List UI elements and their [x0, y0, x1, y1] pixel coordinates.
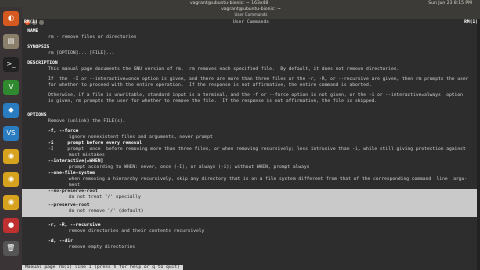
man-text-line: for whether to proceed with the entire o…	[48, 83, 372, 88]
launcher-chrome-icon[interactable]: ◉	[3, 149, 19, 164]
man-text-line: is given, rm prompts the user for whethe…	[48, 99, 378, 104]
launcher-code-icon[interactable]: ◆	[3, 103, 19, 118]
launcher-dock: ◐ ▤ >_ V ◆ VS ◉ ◉ ◉ ● 🗑	[0, 7, 22, 270]
terminal-subtitle: User Commands	[234, 12, 268, 17]
man-text-line: remove directories and their contents re…	[68, 229, 205, 234]
man-text-line: do not remove '/' (default)	[68, 209, 144, 214]
man-text-line: do not treat '/' specially	[68, 195, 141, 200]
launcher-trash-icon[interactable]: 🗑	[3, 241, 19, 256]
launcher-vscode-icon[interactable]: VS	[3, 126, 19, 141]
top-panel: vagrant@ubuntu-bionic: ~ 163x48 Sun Jun …	[0, 0, 480, 7]
system-tray-clock[interactable]: Sun Jun 23 8:15 PM	[428, 0, 472, 7]
launcher-vim-icon[interactable]: V	[3, 80, 19, 95]
launcher-files-icon[interactable]: ▤	[3, 34, 19, 49]
launcher-terminal-icon[interactable]: >_	[3, 57, 19, 72]
launcher-chrome-2-icon[interactable]: ◉	[3, 172, 19, 187]
man-text-line: rm - remove files or directories	[48, 35, 137, 40]
man-text-line: This manual page documents the GNU versi…	[48, 67, 400, 72]
terminal-titlebar[interactable]: vagrant@ubuntu-bionic: ~ User Commands	[22, 7, 480, 25]
man-text-line: Remove (unlink) the FILE(s).	[48, 119, 126, 124]
terminal-window[interactable]: vagrant@ubuntu-bionic: ~ User Commands R…	[22, 7, 480, 270]
launcher-chrome-3-icon[interactable]: ◉	[3, 195, 19, 210]
man-page-content[interactable]: RM(1) User Commands RM(1) Manual page rm…	[22, 19, 480, 270]
man-text-line: prompt according to WHEN: never, once (-…	[68, 165, 310, 170]
man-text-line: remove empty directories	[68, 245, 136, 250]
man-text-line: rm [OPTION]... [FILE]...	[48, 51, 115, 56]
man-section-line: OPTIONS	[27, 113, 47, 118]
window-title: vagrant@ubuntu-bionic: ~ 163x48	[190, 1, 269, 6]
man-section-line: SYNOPSIS	[27, 45, 50, 50]
pager-status-line: Manual page rm(1) line 1 (press h for he…	[22, 265, 183, 270]
man-section-line: NAME	[27, 29, 39, 34]
launcher-ubuntu-icon[interactable]: ◐	[3, 11, 19, 26]
man-text-line: when removing a hierarchy recursively, s…	[68, 177, 468, 182]
man-text-line: -I prompt once before removing more than…	[48, 147, 466, 152]
man-header-center: User Commands	[233, 20, 269, 25]
man-header-right: RM(1)	[464, 20, 478, 25]
launcher-wolf-icon[interactable]: ●	[3, 218, 19, 233]
